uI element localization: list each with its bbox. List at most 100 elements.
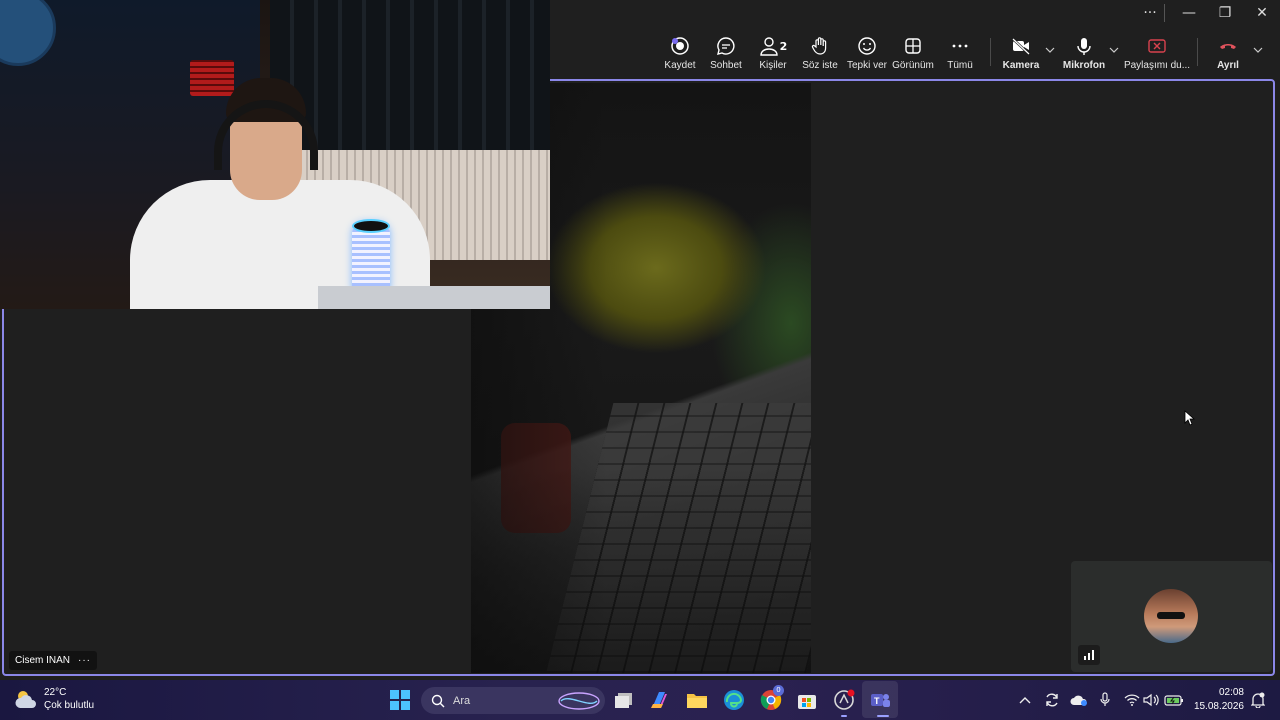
camera-label: Kamera xyxy=(1002,60,1040,71)
clock-date: 15.08.2026 xyxy=(1193,701,1244,712)
toolbar-divider-2 xyxy=(1197,38,1198,66)
media-app-icon xyxy=(834,689,855,710)
restore-icon: ❐ xyxy=(1218,5,1232,21)
toolbar-divider xyxy=(990,38,991,66)
microsoft-store-button[interactable] xyxy=(795,688,819,712)
taskbar-clock[interactable]: 02:08 15.08.2026 xyxy=(1192,686,1244,714)
volume-tray-button[interactable] xyxy=(1142,691,1160,709)
window-more-button[interactable]: ··· xyxy=(1132,0,1168,26)
react-label: Tepki ver xyxy=(846,60,887,71)
leave-button[interactable]: Ayrıl xyxy=(1200,36,1256,71)
network-quality-button[interactable] xyxy=(1078,645,1100,665)
more-button[interactable]: Tümü xyxy=(932,36,988,71)
titlebar-divider xyxy=(1164,4,1165,22)
edge-browser-button[interactable] xyxy=(722,688,746,712)
hang-up-icon xyxy=(1220,44,1236,49)
weather-widget[interactable]: 22°C Çok bulutlu xyxy=(14,686,94,712)
taskbar-search-input[interactable]: Ara xyxy=(421,687,605,714)
view-label: Görünüm xyxy=(892,60,934,71)
leave-label: Ayrıl xyxy=(1217,60,1239,71)
weather-description: Çok bulutlu xyxy=(44,700,95,711)
running-indicator xyxy=(841,715,847,717)
leave-options-chevron-icon[interactable] xyxy=(1252,44,1264,56)
signal-bars-icon xyxy=(1084,650,1094,660)
chat-label: Sohbet xyxy=(710,60,742,71)
webcam-speaker-top xyxy=(352,219,390,233)
search-placeholder: Ara xyxy=(453,694,471,707)
show-hidden-icons-button[interactable] xyxy=(1016,691,1034,709)
clock-time: 02:08 xyxy=(1218,687,1244,698)
teams-button[interactable]: T xyxy=(868,688,892,712)
minimize-icon: — xyxy=(1182,5,1196,21)
store-icon xyxy=(798,695,816,709)
close-icon: ✕ xyxy=(1256,5,1268,21)
cloud-icon xyxy=(1070,695,1087,706)
stop-sharing-button[interactable]: Paylaşımı du... xyxy=(1124,36,1190,71)
stop-sharing-label: Paylaşımı du... xyxy=(1123,60,1191,71)
smile-icon xyxy=(858,37,876,55)
task-view-icon xyxy=(615,693,632,708)
microphone-options-chevron-icon[interactable] xyxy=(1108,44,1120,56)
media-app-button[interactable] xyxy=(832,688,856,712)
chrome-notification-badge: 0 xyxy=(773,685,784,696)
close-button[interactable]: ✕ xyxy=(1244,0,1280,26)
onedrive-tray-button[interactable] xyxy=(1070,691,1088,709)
participant-name-tag[interactable]: Cisem INAN ··· xyxy=(9,651,98,670)
people-label: Kişiler xyxy=(759,60,787,71)
self-avatar xyxy=(1144,589,1198,643)
avatar-sunglasses xyxy=(1157,612,1185,619)
wifi-icon xyxy=(1124,694,1140,706)
chrome-button[interactable]: 0 xyxy=(759,685,784,712)
active-indicator xyxy=(877,715,889,717)
participant-more-button[interactable]: ··· xyxy=(78,655,91,666)
file-explorer-button[interactable] xyxy=(685,688,709,712)
task-view-button[interactable] xyxy=(612,688,636,712)
microphone-icon xyxy=(1077,38,1091,55)
participant-name: Cisem INAN xyxy=(15,655,71,666)
raise-hand-label: Söz iste xyxy=(802,60,838,71)
notifications-button[interactable] xyxy=(1249,691,1267,709)
wifi-tray-button[interactable] xyxy=(1123,691,1141,709)
mouse-cursor-icon xyxy=(1184,410,1196,426)
grid-view-icon xyxy=(905,38,921,54)
microphone-label: Mikrofon xyxy=(1062,60,1106,71)
chat-icon xyxy=(717,37,735,55)
sync-tray-button[interactable] xyxy=(1043,691,1061,709)
search-icon xyxy=(431,694,445,707)
svg-text:T: T xyxy=(874,696,880,706)
windows-logo-icon xyxy=(390,690,410,710)
streamer-webcam-overlay xyxy=(0,0,550,309)
window-more-label: ··· xyxy=(1143,5,1157,21)
webcam-lamp xyxy=(190,60,234,96)
restore-button[interactable]: ❐ xyxy=(1207,0,1243,26)
more-label: Tümü xyxy=(947,60,973,71)
battery-charging-icon xyxy=(1164,695,1183,706)
camera-off-icon xyxy=(1012,38,1030,55)
search-highlight-icon xyxy=(558,691,600,710)
camera-options-chevron-icon[interactable] xyxy=(1044,44,1056,56)
webcam-laptop xyxy=(318,286,550,309)
speaker-icon xyxy=(1143,693,1159,707)
microphone-tray-icon xyxy=(1100,692,1110,706)
record-icon xyxy=(671,37,689,55)
weather-temp: 22°C xyxy=(44,687,67,698)
teams-icon: T xyxy=(871,694,890,707)
minimize-button[interactable]: — xyxy=(1171,0,1207,26)
battery-tray-button[interactable] xyxy=(1163,691,1185,709)
mic-tray-button[interactable] xyxy=(1096,691,1114,709)
raise-hand-icon xyxy=(811,37,827,55)
more-icon xyxy=(952,44,968,48)
chevron-up-icon xyxy=(1019,697,1031,704)
bell-icon xyxy=(1251,692,1265,708)
people-count-badge: 2 xyxy=(779,39,788,53)
camera-button[interactable]: Kamera xyxy=(993,36,1049,71)
copilot-button[interactable] xyxy=(648,688,672,712)
sync-icon xyxy=(1046,693,1058,707)
edge-icon xyxy=(724,690,744,710)
microphone-button[interactable]: Mikrofon xyxy=(1056,36,1112,71)
people-icon xyxy=(759,37,778,56)
windows-taskbar xyxy=(0,680,1280,720)
stop-share-icon xyxy=(1148,39,1166,53)
start-button[interactable] xyxy=(388,688,412,712)
partly-cloudy-icon xyxy=(15,691,36,708)
